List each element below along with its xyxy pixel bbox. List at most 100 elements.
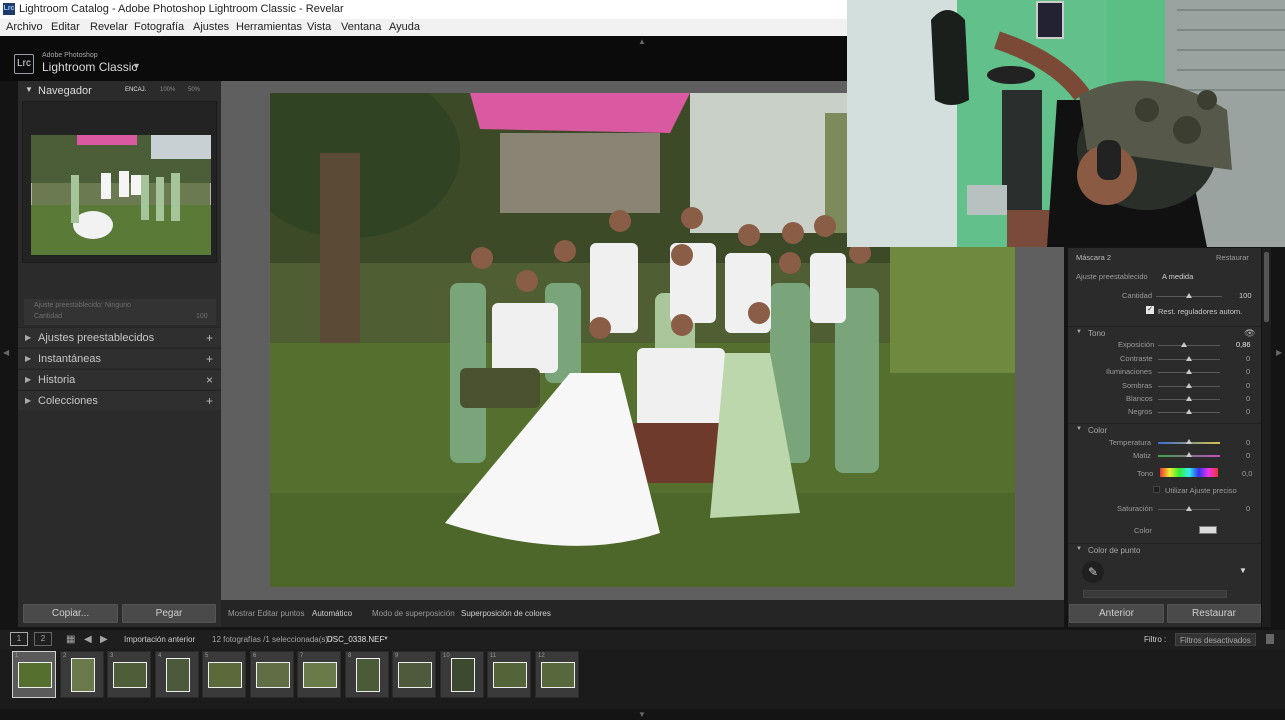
- filmstrip-source[interactable]: Importación anterior: [124, 630, 195, 649]
- exposure-slider[interactable]: [1158, 345, 1220, 346]
- color-section-header[interactable]: ▼ Color: [1068, 423, 1261, 437]
- filename-dropdown-icon[interactable]: ▼: [383, 630, 389, 649]
- show-edit-points[interactable]: Mostrar Editar puntos: [228, 600, 304, 627]
- hue-value[interactable]: 0,0: [1242, 469, 1252, 478]
- highlights-knob[interactable]: [1186, 369, 1192, 374]
- current-filename[interactable]: DSC_0338.NEF: [327, 630, 384, 649]
- restore-button[interactable]: Restaurar: [1167, 604, 1261, 623]
- saturation-value[interactable]: 0: [1246, 504, 1250, 513]
- shadows-knob[interactable]: [1186, 383, 1192, 388]
- navigator-preview[interactable]: [22, 101, 217, 263]
- scrollbar-thumb[interactable]: [1264, 252, 1269, 322]
- thumbnail[interactable]: 3: [107, 651, 151, 698]
- temperature-knob[interactable]: [1186, 439, 1192, 444]
- secondary-window-button[interactable]: 2: [34, 632, 52, 646]
- contrast-knob[interactable]: [1186, 356, 1192, 361]
- add-collection-icon[interactable]: +: [206, 391, 213, 411]
- grid-icon[interactable]: ▦: [66, 630, 75, 649]
- shadows-value[interactable]: 0: [1246, 381, 1250, 390]
- menu-ayuda[interactable]: Ayuda: [389, 19, 420, 36]
- blacks-value[interactable]: 0: [1246, 407, 1250, 416]
- forward-arrow-icon[interactable]: ▶: [100, 630, 108, 649]
- filter-select[interactable]: Filtros desactivados: [1175, 633, 1256, 646]
- menu-revelar[interactable]: Revelar: [90, 19, 128, 36]
- temperature-value[interactable]: 0: [1246, 438, 1250, 447]
- copy-button[interactable]: Copiar...: [23, 604, 118, 623]
- top-panel-toggle-icon[interactable]: ▲: [638, 37, 646, 46]
- menu-fotografia[interactable]: Fotografía: [134, 19, 184, 36]
- thumbnail-image: [166, 658, 190, 692]
- point-color-dropdown-icon[interactable]: ▼: [1239, 566, 1247, 575]
- thumbnail[interactable]: 1: [12, 651, 56, 698]
- hue-slider[interactable]: [1160, 468, 1218, 477]
- color-swatch-label: Color: [1134, 526, 1152, 535]
- saturation-knob[interactable]: [1186, 506, 1192, 511]
- identity-menu-chevron-icon[interactable]: ▼: [132, 61, 141, 71]
- add-snapshot-icon[interactable]: +: [206, 349, 213, 369]
- right-panel-scrollbar[interactable]: [1262, 248, 1271, 627]
- tone-section-header[interactable]: ▼ Tono 👁: [1068, 326, 1261, 340]
- thumbnail[interactable]: 2: [60, 651, 104, 698]
- point-color-swatch-strip[interactable]: [1083, 590, 1227, 598]
- filmstrip-toggle-icon[interactable]: ▼: [638, 710, 646, 719]
- thumbnail[interactable]: 5: [202, 651, 246, 698]
- previous-button[interactable]: Anterior: [1069, 604, 1164, 623]
- tone-section-title: Tono: [1088, 329, 1106, 338]
- color-swatch[interactable]: [1199, 526, 1217, 534]
- back-arrow-icon[interactable]: ◀: [84, 630, 92, 649]
- navigator-header[interactable]: ▼ Navegador ENCAJ. 100% 50%: [18, 81, 221, 101]
- whites-value[interactable]: 0: [1246, 394, 1250, 403]
- exposure-knob[interactable]: [1181, 342, 1187, 347]
- menu-ventana[interactable]: Ventana: [341, 19, 381, 36]
- menu-editar[interactable]: Editar: [51, 19, 80, 36]
- overlay-mode-select[interactable]: Superposición de colores: [461, 600, 551, 627]
- highlights-value[interactable]: 0: [1246, 367, 1250, 376]
- menu-ajustes[interactable]: Ajustes: [193, 19, 229, 36]
- blacks-knob[interactable]: [1186, 409, 1192, 414]
- fine-adjust-checkbox[interactable]: [1153, 486, 1160, 493]
- whites-knob[interactable]: [1186, 396, 1192, 401]
- contrast-value[interactable]: 0: [1246, 354, 1250, 363]
- tint-knob[interactable]: [1186, 452, 1192, 457]
- zoom-100[interactable]: 100%: [160, 87, 175, 93]
- filter-lock-icon[interactable]: [1266, 634, 1274, 644]
- mask-amount-value[interactable]: 100: [1239, 291, 1252, 300]
- window-title-bar: Lrc Lightroom Catalog - Adobe Photoshop …: [0, 0, 848, 19]
- thumbnail[interactable]: 4: [155, 651, 199, 698]
- eyedropper-icon[interactable]: ✎: [1082, 561, 1104, 583]
- add-preset-icon[interactable]: +: [206, 328, 213, 348]
- product-name: Lightroom Classic: [42, 60, 138, 74]
- mask-reset[interactable]: Restaurar: [1216, 253, 1249, 262]
- exposure-value[interactable]: 0,86: [1236, 340, 1251, 349]
- whites-label: Blancos: [1126, 394, 1153, 403]
- menu-vista[interactable]: Vista: [307, 19, 331, 36]
- menu-archivo[interactable]: Archivo: [6, 19, 43, 36]
- paste-button[interactable]: Pegar: [122, 604, 216, 623]
- zoom-fit[interactable]: ENCAJ.: [125, 87, 146, 93]
- panel-snapshots[interactable]: ▶ Instantáneas +: [18, 348, 221, 368]
- mask-amount-knob[interactable]: [1186, 293, 1192, 298]
- left-panel-toggle-icon[interactable]: ◀: [3, 348, 9, 357]
- thumbnail[interactable]: 10: [440, 651, 484, 698]
- thumbnail[interactable]: 6: [250, 651, 294, 698]
- thumbnail[interactable]: 9: [392, 651, 436, 698]
- show-edit-points-select[interactable]: Automático: [312, 600, 352, 627]
- preset-select[interactable]: A medida: [1162, 272, 1193, 281]
- main-window-button[interactable]: 1: [10, 632, 28, 646]
- point-color-section-header[interactable]: ▼ Color de punto: [1068, 543, 1261, 557]
- right-panel-toggle-icon[interactable]: ▶: [1276, 348, 1282, 357]
- eye-icon[interactable]: 👁: [1244, 328, 1255, 339]
- thumbnail[interactable]: 7: [297, 651, 341, 698]
- panel-collections-label: Colecciones: [38, 395, 98, 407]
- panel-history[interactable]: ▶ Historia ×: [18, 369, 221, 389]
- panel-presets[interactable]: ▶ Ajustes preestablecidos +: [18, 327, 221, 347]
- clear-history-icon[interactable]: ×: [206, 370, 213, 390]
- menu-herramientas[interactable]: Herramientas: [236, 19, 302, 36]
- thumbnail[interactable]: 11: [487, 651, 531, 698]
- zoom-50[interactable]: 50%: [188, 87, 200, 93]
- panel-collections[interactable]: ▶ Colecciones +: [18, 390, 221, 410]
- thumbnail[interactable]: 12: [535, 651, 579, 698]
- tint-value[interactable]: 0: [1246, 451, 1250, 460]
- auto-reset-checkbox[interactable]: ✓: [1146, 306, 1154, 314]
- thumbnail[interactable]: 8: [345, 651, 389, 698]
